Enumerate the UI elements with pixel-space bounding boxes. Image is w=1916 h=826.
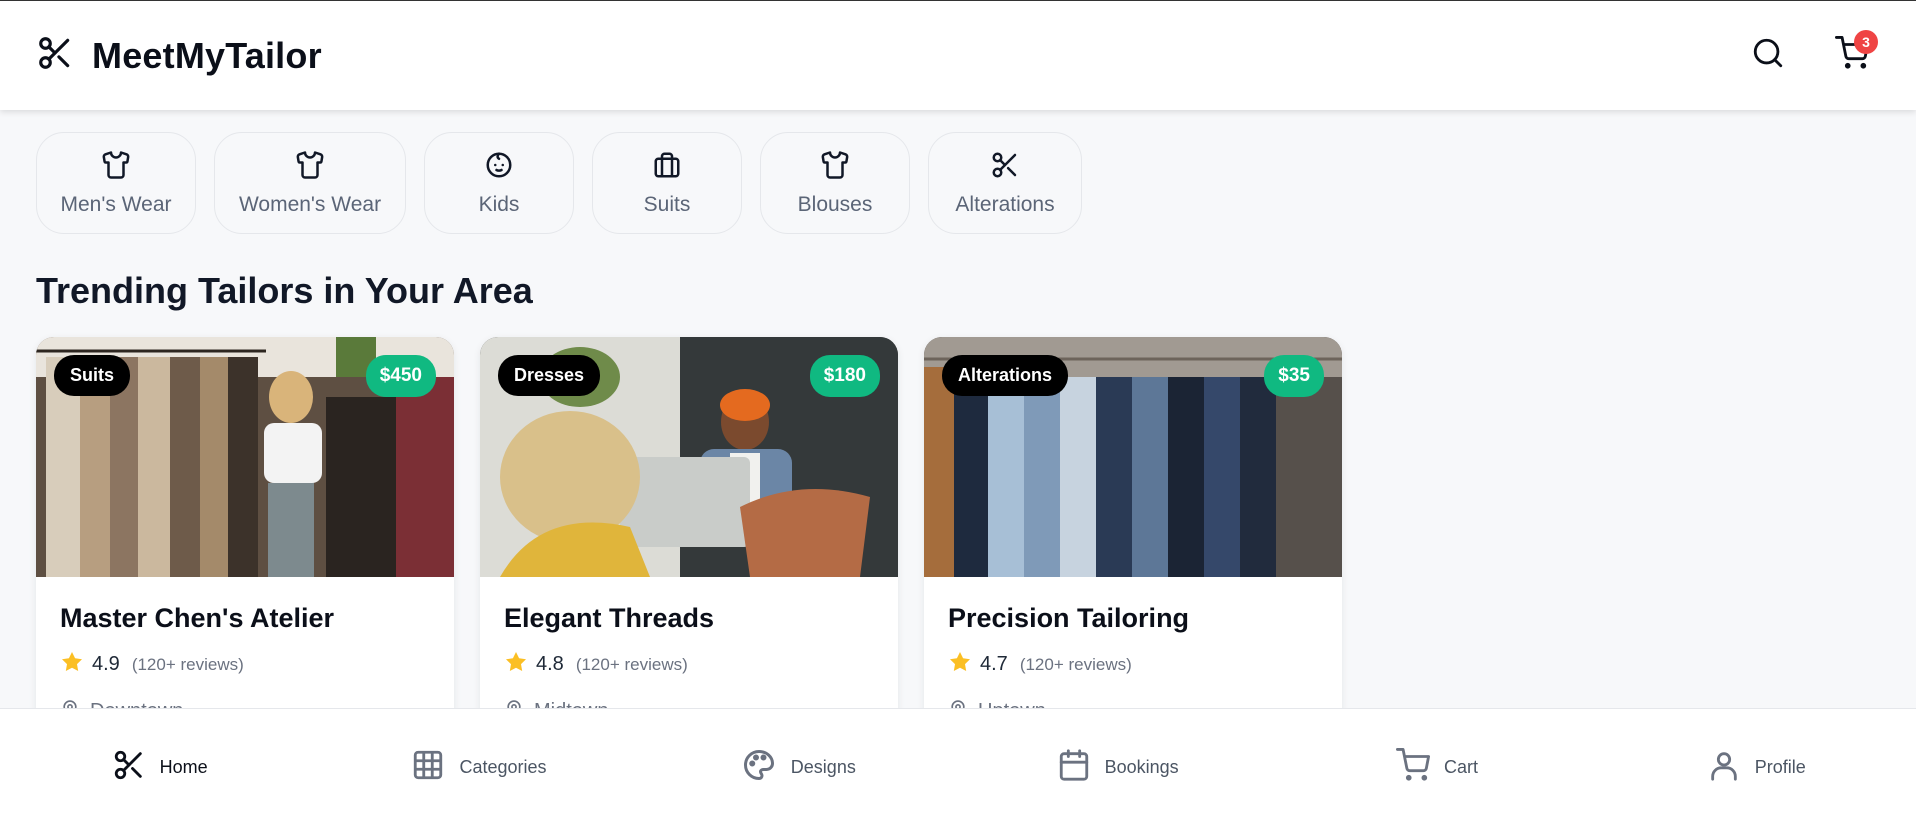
tailor-card[interactable]: Suits $450 Master Chen's Atelier 4.9 (12… [36,337,454,737]
shirt-icon [820,150,850,185]
nav-label: Bookings [1104,757,1179,777]
rating-value: 4.7 [980,653,1008,675]
review-count: (120+ reviews) [131,654,244,674]
palette-icon [741,747,777,788]
section-title: Trending Tailors in Your Area [36,270,533,311]
baby-icon [484,150,514,185]
category-blouses[interactable]: Blouses [760,132,910,234]
tailor-name: Precision Tailoring [948,603,1190,633]
category-womens-wear[interactable]: Women's Wear [214,132,406,234]
star-icon [60,650,84,679]
category-tag: Suits [54,355,131,396]
price-badge: $450 [365,355,436,397]
review-count: (120+ reviews) [1019,654,1132,674]
category-tag: Dresses [498,355,601,396]
nav-label: Categories [459,757,547,777]
category-alterations[interactable]: Alterations [928,132,1082,234]
scissors-icon [990,150,1020,185]
tailor-card[interactable]: Alterations $35 Precision Tailoring 4.7 … [924,337,1342,737]
grid-icon [411,748,445,787]
tailor-photo: Suits $450 [36,337,454,577]
nav-item-home[interactable]: Home [0,748,319,787]
tailor-name: Elegant Threads [504,603,715,633]
category-label: Blouses [797,192,873,216]
nav-item-cart[interactable]: Cart [1277,748,1596,787]
nav-item-designs[interactable]: Designs [639,747,958,788]
tailor-name: Master Chen's Atelier [60,603,335,633]
bottom-nav: Home Categories Designs Bookings Cart Pr… [0,708,1916,826]
price-badge: $180 [809,355,880,397]
brand[interactable]: MeetMyTailor [36,34,322,77]
shirt-icon [101,150,131,185]
category-kids[interactable]: Kids [424,132,574,234]
nav-label: Designs [790,757,856,777]
tailor-photo: Dresses $180 [480,337,898,577]
user-icon [1707,748,1741,787]
category-label: Men's Wear [60,192,172,216]
shirt-icon [295,150,325,185]
nav-label: Cart [1443,757,1478,777]
category-mens-wear[interactable]: Men's Wear [36,132,196,234]
category-label: Women's Wear [238,192,382,216]
category-label: Suits [643,192,691,216]
cart-count-badge: 3 [1854,29,1878,54]
cart-icon [1395,748,1430,787]
tailor-card[interactable]: Dresses $180 Elegant Threads 4.8 (120+ r… [480,337,898,737]
nav-item-categories[interactable]: Categories [319,748,638,787]
nav-item-profile[interactable]: Profile [1597,748,1916,787]
search-icon [1751,36,1785,75]
tailor-photo: Alterations $35 [924,337,1342,577]
star-icon [504,650,528,679]
category-label: Kids [478,192,520,216]
brand-name: MeetMyTailor [92,34,322,76]
briefcase-icon [652,150,682,185]
category-tag: Alterations [942,355,1069,396]
calendar-icon [1057,748,1091,787]
category-bar: Men's Wear Women's Wear Kids Suits Blous… [36,132,1082,234]
price-badge: $35 [1264,355,1324,397]
tailor-card-list: Suits $450 Master Chen's Atelier 4.9 (12… [36,337,1342,737]
app-header: MeetMyTailor 3 [0,0,1916,110]
category-suits[interactable]: Suits [592,132,742,234]
cart-button[interactable]: 3 [1832,29,1878,76]
search-button[interactable] [1748,36,1788,76]
category-label: Alterations [955,192,1055,216]
nav-item-bookings[interactable]: Bookings [958,748,1277,787]
nav-label: Profile [1754,757,1806,777]
rating-value: 4.9 [92,653,120,675]
scissors-icon [36,34,74,77]
rating-value: 4.8 [536,653,564,675]
star-icon [948,650,972,679]
nav-label: Home [159,757,208,777]
scissors-icon [112,748,146,787]
review-count: (120+ reviews) [575,654,688,674]
